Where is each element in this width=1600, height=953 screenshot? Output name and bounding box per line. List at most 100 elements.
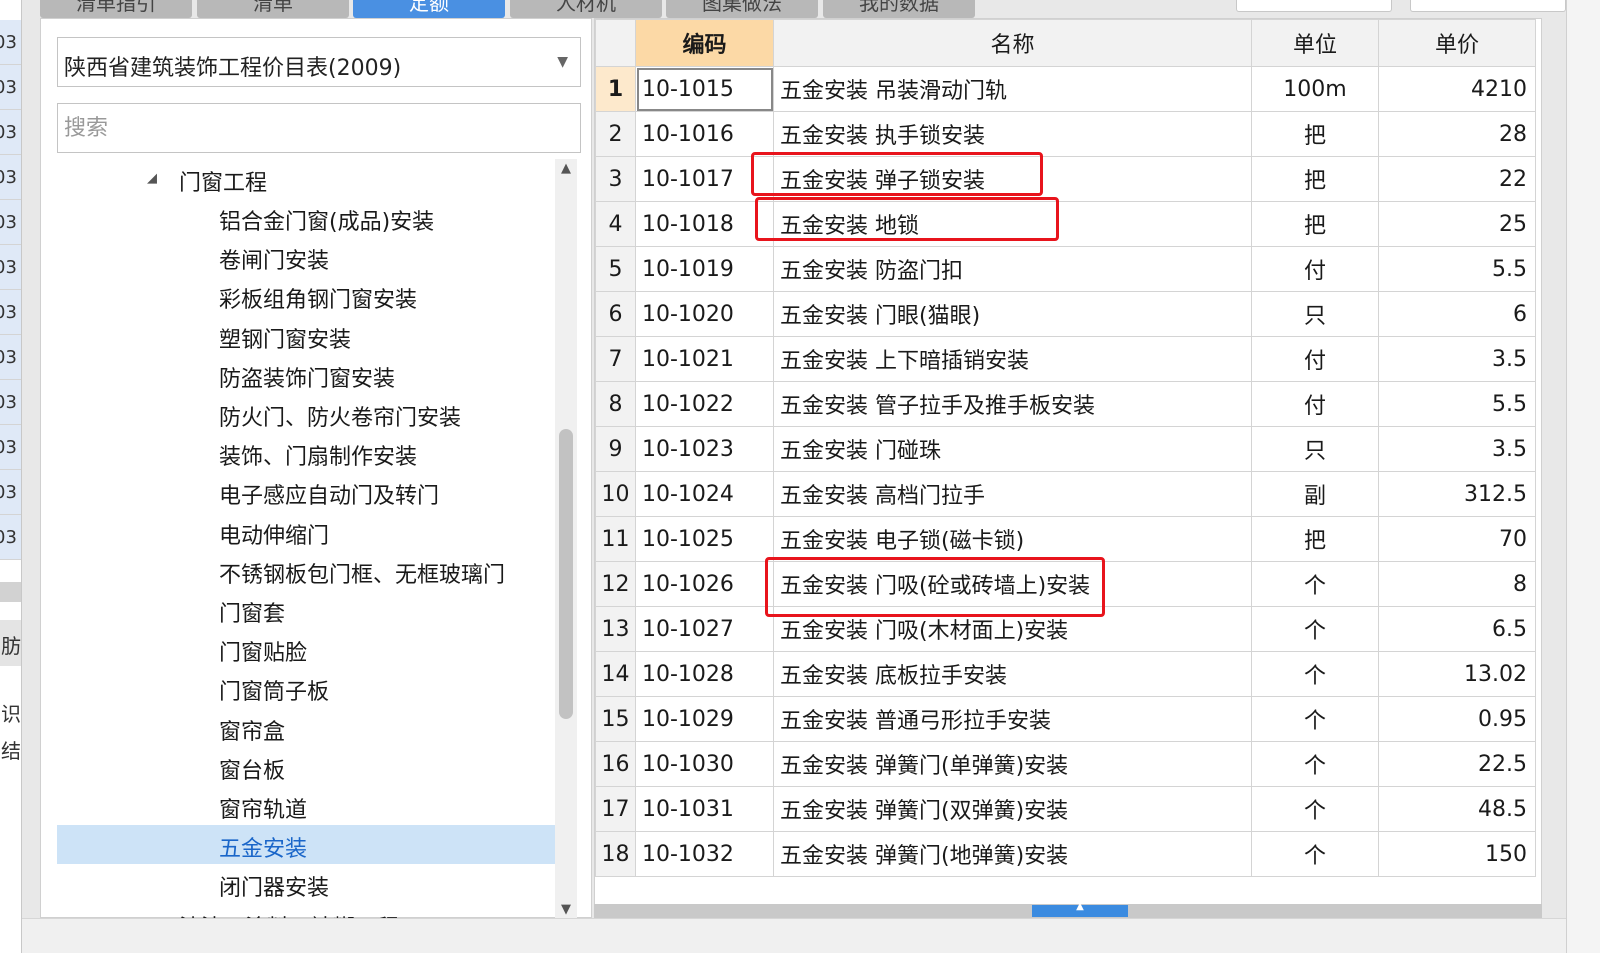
code-cell[interactable]: 10-1030	[635, 741, 774, 787]
unit-cell[interactable]: 个	[1251, 651, 1379, 697]
unit-cell[interactable]: 个	[1251, 786, 1379, 832]
code-cell[interactable]: 10-1029	[635, 696, 774, 742]
table-row[interactable]: 5 10-1019 五金安装 防盗门扣付 5.5	[595, 246, 1536, 292]
name-cell[interactable]: 五金安装 弹簧门(双弹簧)安装	[773, 786, 1252, 832]
table-row[interactable]: 15 10-1029 五金安装 普通弓形拉手安装个 0.95	[595, 696, 1536, 742]
tab-1[interactable]: 清单	[197, 0, 349, 18]
code-cell[interactable]: 10-1023	[635, 426, 774, 472]
price-cell[interactable]: 6.5	[1378, 606, 1536, 652]
row-number-cell[interactable]: 8	[595, 381, 636, 427]
scroll-down-icon[interactable]: ▼	[555, 902, 577, 917]
name-cell[interactable]: 五金安装 门碰珠	[773, 426, 1252, 472]
unit-cell[interactable]: 只	[1251, 291, 1379, 337]
table-row[interactable]: 10 10-1024 五金安装 高档门拉手副 312.5	[595, 471, 1536, 517]
table-row[interactable]: 17 10-1031 五金安装 弹簧门(双弹簧)安装个 48.5	[595, 786, 1536, 832]
unit-cell[interactable]: 把	[1251, 516, 1379, 562]
name-cell[interactable]: 五金安装 弹簧门(地弹簧)安装	[773, 831, 1252, 877]
unit-cell[interactable]: 副	[1251, 471, 1379, 517]
tree-node[interactable]: 塑钢门窗安装	[57, 316, 555, 355]
code-cell[interactable]: 10-1026	[635, 561, 774, 607]
table-row[interactable]: 3 10-1017 五金安装 弹子锁安装把 22	[595, 156, 1536, 202]
table-row[interactable]: 4 10-1018 五金安装 地锁把 25	[595, 201, 1536, 247]
name-cell[interactable]: 五金安装 电子锁(磁卡锁)	[773, 516, 1252, 562]
top-control-box[interactable]	[1410, 0, 1566, 12]
code-cell[interactable]: 10-1018	[635, 201, 774, 247]
table-row[interactable]: 9 10-1023 五金安装 门碰珠只 3.5	[595, 426, 1536, 472]
unit-cell[interactable]: 付	[1251, 246, 1379, 292]
unit-cell[interactable]: 付	[1251, 336, 1379, 382]
price-cell[interactable]: 22.5	[1378, 741, 1536, 787]
table-row[interactable]: 11 10-1025 五金安装 电子锁(磁卡锁) 把 70	[595, 516, 1536, 562]
row-number-cell[interactable]: 13	[595, 606, 636, 652]
tree-node[interactable]: 不锈钢板包门框、无框玻璃门	[57, 551, 555, 590]
price-cell[interactable]: 5.5	[1378, 381, 1536, 427]
unit-cell[interactable]: 付	[1251, 381, 1379, 427]
search-input[interactable]	[57, 103, 581, 153]
table-row[interactable]: 2 10-1016 五金安装 执手锁安装把 28	[595, 111, 1536, 157]
name-cell[interactable]: 五金安装 弹簧门(单弹簧)安装	[773, 741, 1252, 787]
code-cell[interactable]: 10-1016	[635, 111, 774, 157]
tree-node[interactable]: 电子感应自动门及转门	[57, 472, 555, 511]
code-cell[interactable]: 10-1027	[635, 606, 774, 652]
tree-node[interactable]: 窗帘轨道	[57, 786, 555, 825]
unit-cell[interactable]: 个	[1251, 696, 1379, 742]
chevron-down-icon[interactable]: ▼	[557, 54, 568, 70]
unit-cell[interactable]: 把	[1251, 156, 1379, 202]
top-control-box[interactable]	[1236, 0, 1392, 12]
price-cell[interactable]: 3.5	[1378, 426, 1536, 472]
tree-node[interactable]: 防盗装饰门窗安装	[57, 355, 555, 394]
table-row[interactable]: 16 10-1030 五金安装 弹簧门(单弹簧)安装个 22.5	[595, 741, 1536, 787]
unit-cell[interactable]: 把	[1251, 111, 1379, 157]
unit-cell[interactable]: 把	[1251, 201, 1379, 247]
tree-node[interactable]: 卷闸门安装	[57, 237, 555, 276]
price-cell[interactable]: 312.5	[1378, 471, 1536, 517]
tree-node[interactable]: 油漆、涂料、裱糊工程	[57, 904, 555, 919]
name-cell[interactable]: 五金安装 执手锁安装	[773, 111, 1252, 157]
scrollbar-thumb[interactable]: ▲	[1032, 901, 1128, 917]
row-number-cell[interactable]: 4	[595, 201, 636, 247]
price-cell[interactable]: 70	[1378, 516, 1536, 562]
row-number-cell[interactable]: 1	[595, 66, 636, 112]
tree-node[interactable]: 防火门、防火卷帘门安装	[57, 394, 555, 433]
code-cell[interactable]: 10-1019	[635, 246, 774, 292]
column-header-price[interactable]: 单价	[1378, 19, 1536, 67]
code-cell[interactable]: 10-1020	[635, 291, 774, 337]
name-cell[interactable]: 五金安装 普通弓形拉手安装	[773, 696, 1252, 742]
library-select[interactable]: 陕西省建筑装饰工程价目表(2009) ▼	[57, 37, 581, 87]
price-cell[interactable]: 48.5	[1378, 786, 1536, 832]
column-header-unit[interactable]: 单位	[1251, 19, 1379, 67]
table-row[interactable]: 14 10-1028 五金安装 底板拉手安装个 13.02	[595, 651, 1536, 697]
price-cell[interactable]: 13.02	[1378, 651, 1536, 697]
tree-node[interactable]: 窗台板	[57, 747, 555, 786]
unit-cell[interactable]: 只	[1251, 426, 1379, 472]
collapse-caret-icon[interactable]: ◢	[147, 171, 157, 186]
row-number-cell[interactable]: 18	[595, 831, 636, 877]
tree-node-parent[interactable]: ◢ 门窗工程	[57, 159, 555, 198]
unit-cell[interactable]: 个	[1251, 831, 1379, 877]
name-cell[interactable]: 五金安装 管子拉手及推手板安装	[773, 381, 1252, 427]
tree-node[interactable]: 窗帘盒	[57, 708, 555, 747]
tree-node[interactable]: 门窗筒子板	[57, 668, 555, 707]
row-number-cell[interactable]: 11	[595, 516, 636, 562]
column-header-name[interactable]: 名称	[773, 19, 1252, 67]
code-cell[interactable]: 10-1031	[635, 786, 774, 832]
tab-0[interactable]: 清单指引	[40, 0, 192, 18]
table-row[interactable]: 6 10-1020 五金安装 门眼(猫眼) 只 6	[595, 291, 1536, 337]
column-header-code[interactable]: 编码	[635, 19, 774, 67]
scrollbar-thumb[interactable]	[559, 429, 573, 719]
price-cell[interactable]: 6	[1378, 291, 1536, 337]
row-number-cell[interactable]: 3	[595, 156, 636, 202]
tree-node[interactable]: 门窗套	[57, 590, 555, 629]
code-cell[interactable]: 10-1025	[635, 516, 774, 562]
tab-5[interactable]: 我的数据	[823, 0, 975, 18]
tree-node[interactable]: 闭门器安装	[57, 864, 555, 903]
table-row[interactable]: 8 10-1022 五金安装 管子拉手及推手板安装付 5.5	[595, 381, 1536, 427]
name-cell[interactable]: 五金安装 门眼(猫眼)	[773, 291, 1252, 337]
tree-node[interactable]: 装饰、门扇制作安装	[57, 433, 555, 472]
name-cell[interactable]: 五金安装 底板拉手安装	[773, 651, 1252, 697]
price-cell[interactable]: 28	[1378, 111, 1536, 157]
code-cell[interactable]: 10-1028	[635, 651, 774, 697]
price-cell[interactable]: 0.95	[1378, 696, 1536, 742]
name-cell[interactable]: 五金安装 上下暗插销安装	[773, 336, 1252, 382]
tree-scrollbar[interactable]: ▲ ▼	[555, 159, 577, 919]
